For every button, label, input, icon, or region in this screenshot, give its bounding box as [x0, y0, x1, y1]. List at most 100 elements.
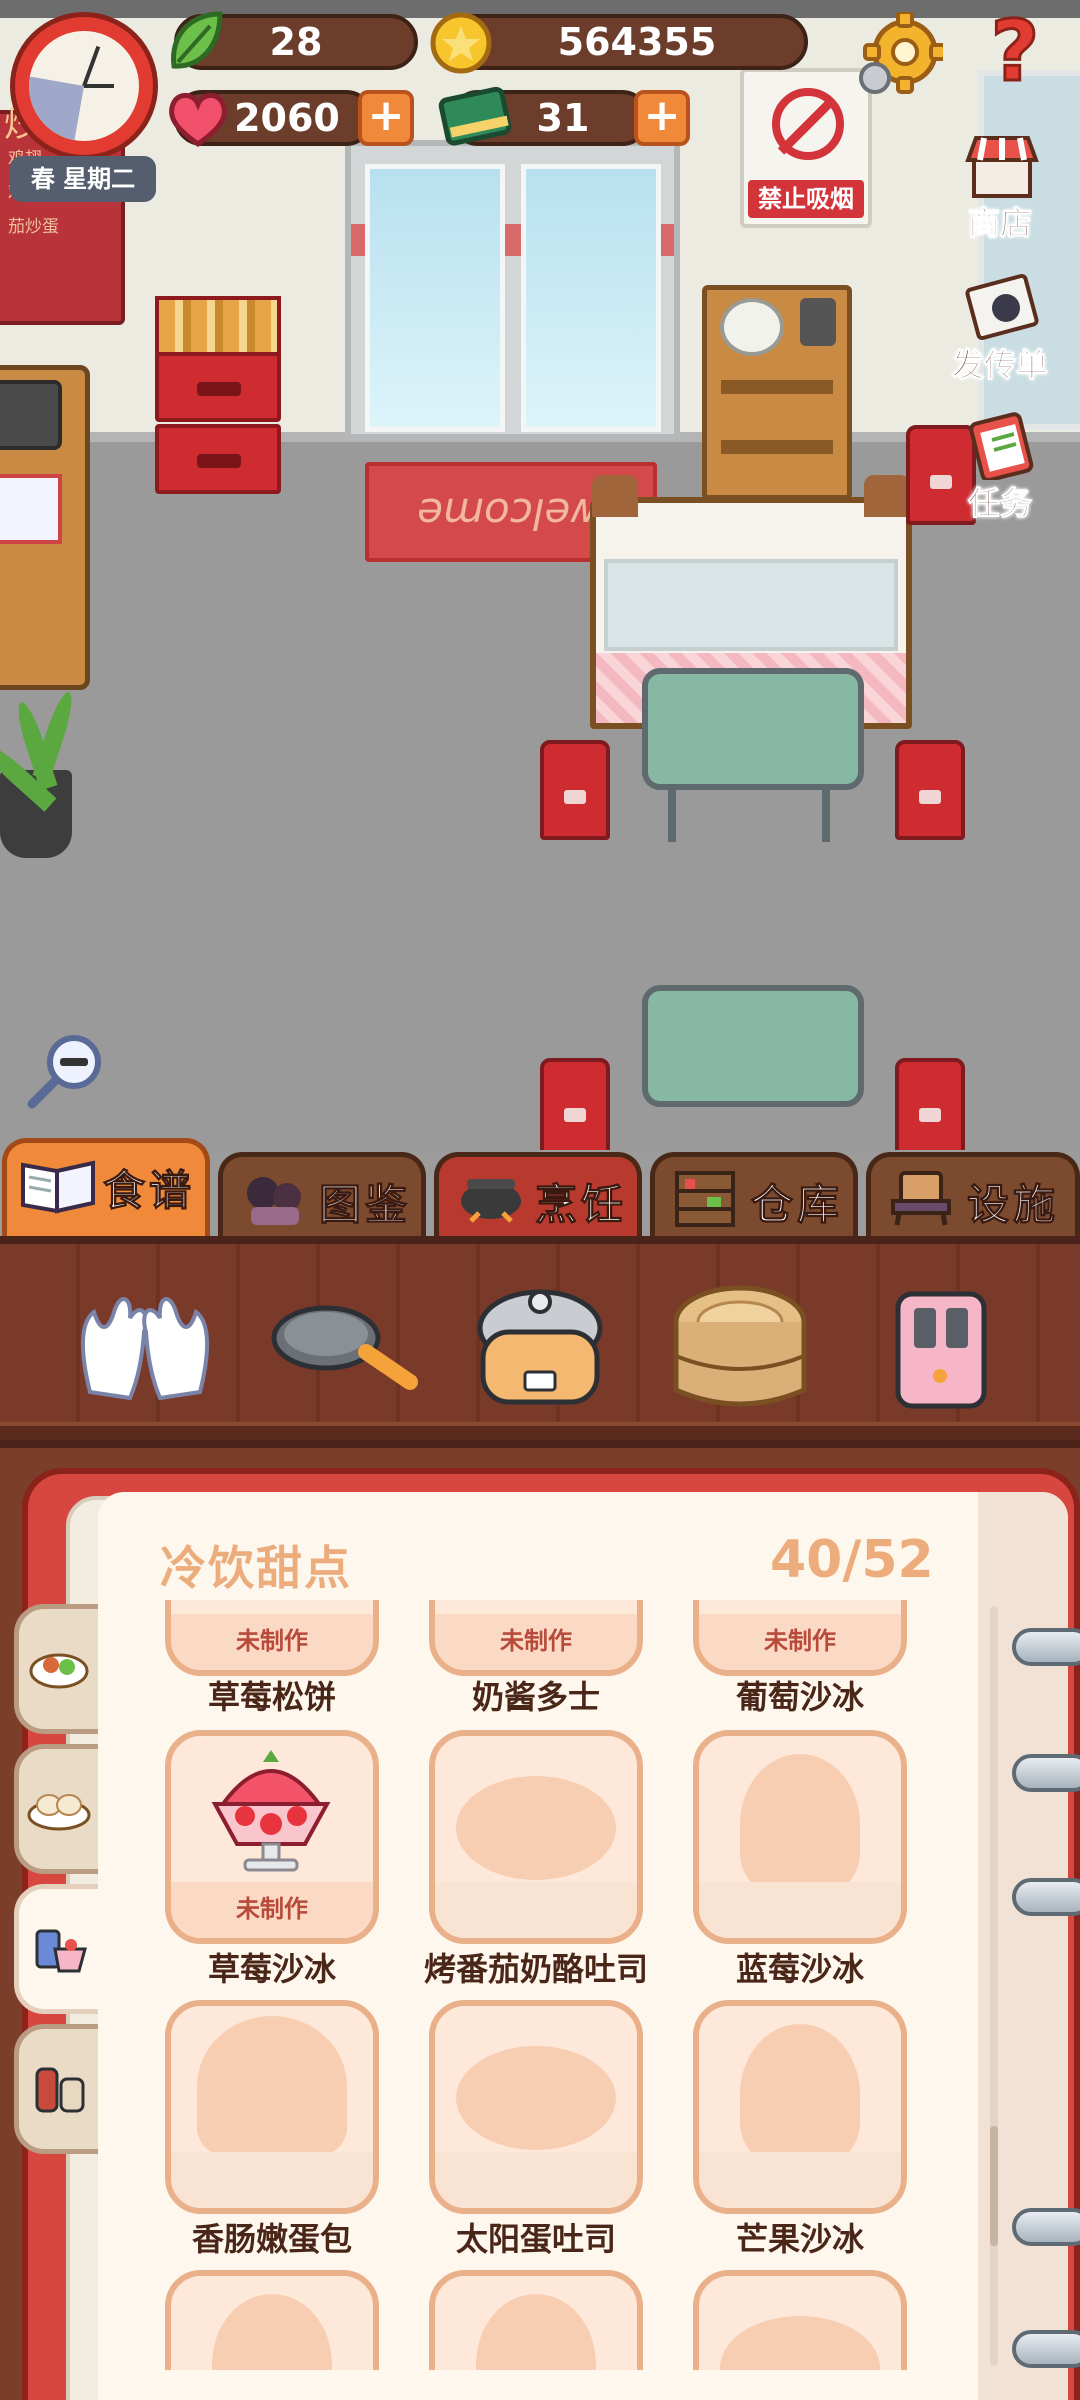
binder-ring — [1012, 1754, 1080, 1792]
counter-ear — [592, 475, 638, 517]
recipe-category-tab-desserts[interactable] — [14, 1884, 110, 2014]
stool[interactable] — [895, 1058, 965, 1150]
clock-hand — [82, 45, 101, 87]
dumplings-icon — [27, 1794, 91, 1831]
door-pane-left — [365, 164, 505, 432]
unmade-label: 未制作 — [699, 1614, 901, 1670]
sauce-bottles-icon — [35, 2067, 85, 2113]
coin-count: 564355 — [557, 20, 717, 64]
card-footer — [435, 2152, 637, 2208]
stool[interactable] — [540, 1058, 610, 1150]
unmade-label: 未制作 — [171, 1614, 373, 1670]
clock-face — [29, 31, 139, 141]
tab-collection[interactable]: 图鉴 — [218, 1152, 426, 1238]
locked-toast-silhouette — [720, 2316, 880, 2370]
card-footer — [171, 2152, 373, 2208]
stool[interactable] — [895, 740, 965, 840]
tab-recipes[interactable]: 食谱 — [2, 1138, 210, 1238]
drink-crate[interactable] — [155, 424, 281, 494]
leaf-count: 28 — [269, 20, 323, 64]
recipe-category-tab-main[interactable] — [14, 1604, 110, 1734]
recipe-card-locked[interactable] — [429, 2000, 643, 2214]
recipe-card[interactable]: 未制作 — [165, 1600, 379, 1676]
tab-facilities[interactable]: 设施 — [866, 1152, 1080, 1238]
tab-storage[interactable]: 仓库 — [650, 1152, 858, 1238]
card-footer — [699, 1882, 901, 1938]
door-pane-right — [521, 164, 661, 432]
recipe-category-tab-dumplings[interactable] — [14, 1744, 110, 1874]
recipe-card[interactable]: 未制作 — [429, 1600, 643, 1676]
recipe-card-locked[interactable] — [165, 2000, 379, 2214]
book-count: 31 — [536, 96, 590, 140]
recipe-grid: 未制作 未制作 未制作 草莓松饼 奶酱多士 葡萄沙冰 未制作 草莓沙冰 烤番茄奶… — [150, 1600, 930, 2370]
drink-crate[interactable] — [155, 352, 281, 422]
add-hearts-button[interactable]: + — [358, 90, 414, 146]
gloves-icon[interactable] — [70, 1272, 220, 1422]
tab-cooking-label: 烹饪 — [534, 1180, 628, 1230]
dessert-drink-icon — [35, 1929, 87, 1973]
locked-ice-silhouette — [740, 1754, 860, 1894]
no-smoking-label: 禁止吸烟 — [748, 180, 864, 218]
no-smoking-sign: 禁止吸烟 — [740, 68, 872, 228]
restaurant-scene[interactable]: 炒 鸡翅 鸡爪 茄炒蛋 welcome 禁止吸烟 — [0, 0, 1080, 1150]
tab-cooking[interactable]: 烹饪 — [434, 1152, 642, 1238]
recipe-card-locked[interactable] — [165, 2270, 379, 2370]
menu-board-item: 茄炒蛋 — [8, 217, 59, 237]
locked-toast-silhouette — [456, 2046, 616, 2150]
table-leg — [668, 784, 676, 842]
tab-storage-label: 仓库 — [750, 1180, 844, 1230]
help-button[interactable]: ? — [985, 5, 1045, 98]
counter-ear — [864, 475, 910, 517]
locked-ice-silhouette — [476, 2294, 596, 2370]
facility-chair-icon — [891, 1171, 951, 1226]
dining-table[interactable] — [642, 985, 864, 1107]
recipe-name: 葡萄沙冰 — [735, 1678, 864, 1716]
recipe-scrollbar-thumb[interactable] — [990, 2126, 998, 2246]
recipe-category-tab-condiments[interactable] — [14, 2024, 110, 2154]
tab-recipes-label: 食谱 — [102, 1166, 196, 1216]
frying-pan-icon[interactable] — [270, 1272, 420, 1422]
no-smoking-icon — [772, 88, 844, 160]
recipe-card-locked[interactable] — [693, 2000, 907, 2214]
flyers-button[interactable]: 发传单 — [940, 272, 1060, 390]
recipe-card-locked[interactable] — [693, 2270, 907, 2370]
binder-ring — [1012, 1628, 1080, 1666]
recipe-card-locked[interactable] — [429, 1730, 643, 1944]
leaf-icon — [171, 11, 223, 69]
season-day-label: 春 星期二 — [10, 156, 156, 202]
storage-shelf-icon — [675, 1171, 735, 1227]
cooking-pot-icon — [461, 1179, 521, 1223]
shop-label: 商店 — [967, 204, 1032, 243]
recipe-name: 蓝莓沙冰 — [735, 1950, 864, 1988]
glass-door — [345, 140, 680, 440]
recipe-card-locked[interactable] — [693, 1730, 907, 1944]
recipe-card-strawberry-shaved-ice[interactable]: 未制作 — [165, 1730, 379, 1944]
card-footer — [435, 1882, 637, 1938]
shop-button[interactable]: 商店 — [940, 130, 1060, 248]
strip-rail — [0, 1422, 1080, 1440]
recipe-name: 太阳蛋吐司 — [455, 2220, 616, 2258]
recipe-book-icon — [21, 1160, 95, 1214]
add-books-button[interactable]: + — [634, 90, 690, 146]
dining-table[interactable] — [642, 668, 864, 790]
phone-icon — [0, 380, 62, 450]
rice-cooker-icon[interactable] — [465, 1272, 615, 1422]
recipe-name: 奶酱多士 — [471, 1678, 600, 1716]
recipe-card-locked[interactable] — [429, 2270, 643, 2370]
binder-ring — [1012, 2330, 1080, 2368]
recipe-name: 草莓沙冰 — [207, 1950, 336, 1988]
chopstick-cup-icon — [800, 298, 836, 346]
recipe-name: 烤番茄奶酪吐司 — [423, 1950, 648, 1988]
tasks-button[interactable]: 任务 — [940, 410, 1060, 528]
zoom-out-icon[interactable] — [18, 1028, 108, 1118]
stool[interactable] — [540, 740, 610, 840]
steamer-basket-icon[interactable] — [665, 1272, 815, 1422]
recipe-scrollbar[interactable] — [990, 1606, 998, 2366]
coin-icon — [430, 12, 492, 74]
day-clock[interactable] — [10, 12, 158, 160]
order-paper-icon — [0, 474, 62, 544]
toaster-icon[interactable] — [870, 1272, 1020, 1422]
clipboard-icon — [969, 412, 1034, 480]
settings-gear-icon[interactable] — [855, 12, 943, 100]
recipe-card[interactable]: 未制作 — [693, 1600, 907, 1676]
